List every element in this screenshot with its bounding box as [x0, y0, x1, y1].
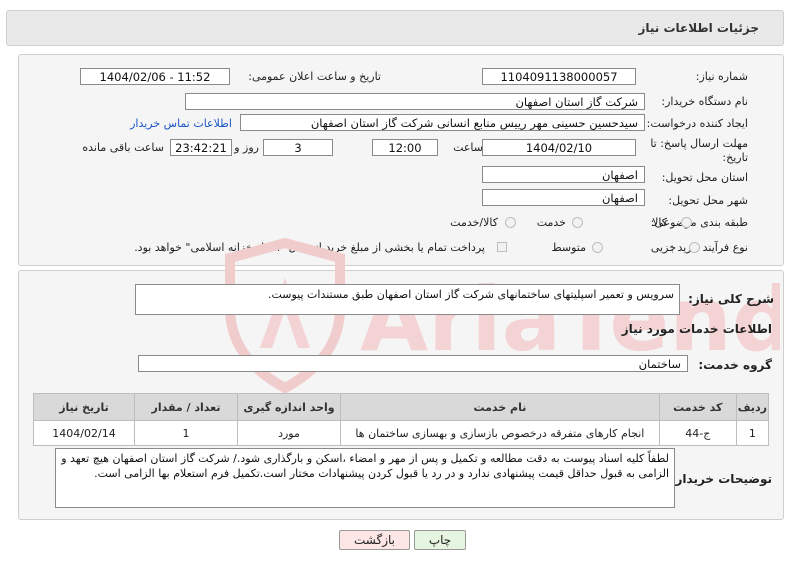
- col-quantity: تعداد / مقدار: [134, 393, 238, 421]
- city-field: اصفهان: [482, 189, 645, 206]
- process-radio-medium[interactable]: [592, 242, 603, 253]
- category-option-goods-service: کالا/خدمت: [450, 216, 498, 229]
- services-section-title: اطلاعات خدمات مورد نیاز: [621, 322, 772, 336]
- buyer-org-field: شرکت گاز استان اصفهان: [185, 93, 645, 110]
- page-title: جزئیات اطلاعات نیاز: [638, 21, 759, 35]
- summary-textarea: سرویس و تعمیر اسپلیتهای ساختمانهای شرکت …: [135, 284, 680, 315]
- remaining-time-field: 23:42:21: [170, 139, 232, 156]
- announce-label: تاریخ و ساعت اعلان عمومی:: [248, 70, 381, 83]
- cell-row-number: 1: [735, 420, 770, 446]
- payment-checkbox[interactable]: [497, 242, 507, 252]
- payment-note: پرداخت تمام یا بخشی از مبلغ خرید،از محل …: [134, 241, 485, 254]
- services-table: تاریخ نیاز تعداد / مقدار واحد اندازه گیر…: [33, 393, 770, 446]
- deadline-time-field: 12:00: [372, 139, 438, 156]
- category-option-goods: کالا: [652, 216, 667, 229]
- cell-service-name: انجام کارهای متفرقه درخصوص بازسازی و بهس…: [340, 420, 660, 446]
- deadline-time-label: ساعت: [453, 141, 483, 154]
- city-label: شهر محل تحویل:: [668, 194, 748, 207]
- category-option-service: خدمت: [536, 216, 566, 229]
- service-group-field: ساختمان: [138, 355, 688, 372]
- summary-label: شرح کلی نیاز:: [688, 292, 774, 306]
- col-service-name: نام خدمت: [340, 393, 660, 421]
- need-number-label: شماره نیاز:: [695, 70, 748, 83]
- remaining-days-label: روز و: [234, 141, 259, 154]
- table-header-row: تاریخ نیاز تعداد / مقدار واحد اندازه گیر…: [33, 393, 770, 421]
- process-label: نوع فرآیند خرید :: [670, 241, 748, 254]
- deadline-label-date: تاریخ:: [722, 151, 748, 164]
- deadline-date-field: 1404/02/10: [482, 139, 636, 156]
- cell-unit: مورد: [237, 420, 341, 446]
- need-number-field: 1104091138000057: [482, 68, 636, 85]
- info-panel: [18, 54, 784, 266]
- category-radio-goods[interactable]: [681, 217, 692, 228]
- deadline-label: مهلت ارسال پاسخ: تا: [650, 137, 748, 150]
- col-row-number: ردیف: [735, 393, 770, 421]
- category-radio-goods-service[interactable]: [505, 217, 516, 228]
- print-button[interactable]: چاپ: [414, 530, 466, 550]
- province-field: اصفهان: [482, 166, 645, 183]
- process-option-minor: جزیی: [650, 241, 676, 254]
- process-option-medium: متوسط: [551, 241, 586, 254]
- category-radio-service[interactable]: [572, 217, 583, 228]
- remaining-time-label: ساعت باقی مانده: [82, 141, 164, 154]
- buyer-org-label: نام دستگاه خریدار:: [661, 95, 748, 108]
- province-label: استان محل تحویل:: [661, 171, 748, 184]
- col-service-code: کد خدمت: [658, 393, 737, 421]
- back-button[interactable]: بازگشت: [339, 530, 410, 550]
- requester-field: سیدحسین حسینی مهر رییس منابع انسانی شرکت…: [240, 114, 645, 131]
- col-need-date: تاریخ نیاز: [33, 393, 135, 421]
- cell-service-code: ج-44: [658, 420, 737, 446]
- cell-need-date: 1404/02/14: [33, 420, 135, 446]
- page-header: جزئیات اطلاعات نیاز: [6, 10, 784, 46]
- col-unit: واحد اندازه گیری: [237, 393, 341, 421]
- process-radio-minor[interactable]: [689, 242, 700, 253]
- service-group-label: گروه خدمت:: [698, 358, 772, 372]
- requester-label: ایجاد کننده درخواست:: [646, 117, 748, 130]
- remaining-days-field: 3: [263, 139, 333, 156]
- cell-quantity: 1: [134, 420, 238, 446]
- announce-field: 1404/02/06 - 11:52: [80, 68, 230, 85]
- buyer-notes-textarea: لطفاً کلیه اسناد پیوست به دقت مطالعه و ت…: [55, 448, 675, 508]
- buyer-contact-link[interactable]: اطلاعات تماس خریدار: [130, 117, 232, 130]
- table-row: 1404/02/14 1 مورد انجام کارهای متفرقه در…: [33, 420, 770, 446]
- buyer-notes-label: توضیحات خریدار:: [670, 472, 772, 486]
